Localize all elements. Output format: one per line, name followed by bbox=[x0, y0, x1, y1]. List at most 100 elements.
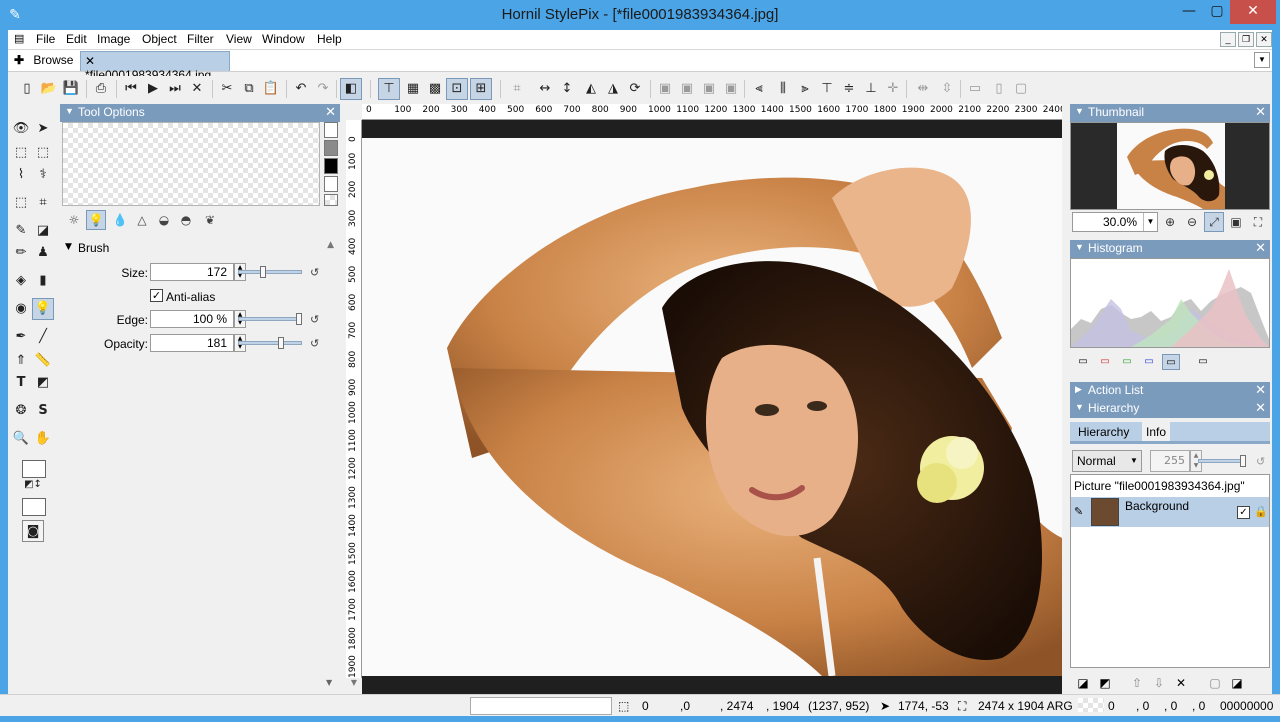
minimize-button[interactable]: — bbox=[1174, 0, 1204, 24]
opacity-slider[interactable] bbox=[238, 341, 302, 345]
mask-icon[interactable]: ▢ bbox=[1206, 674, 1224, 692]
vertical-ruler[interactable]: 0 100 200 300 400 500 600 700 800 900 1000 1100 1200… bbox=[346, 120, 362, 678]
guides-icon[interactable]: ⊡ bbox=[446, 78, 468, 100]
full-screen-icon[interactable]: ⛶ bbox=[1248, 212, 1268, 232]
opacity-input[interactable]: 181 bbox=[150, 334, 234, 352]
gradient-icon[interactable]: ▮ bbox=[32, 270, 54, 292]
swap-colors-icon[interactable]: ◩↕ bbox=[22, 478, 44, 492]
bring-forward-icon[interactable]: ▣ bbox=[676, 78, 698, 100]
monitor-red-icon[interactable]: ▭ bbox=[1096, 354, 1114, 370]
tab-close-icon[interactable]: ✕ bbox=[85, 54, 95, 68]
menu-help[interactable]: Help bbox=[317, 32, 342, 46]
sponge-icon[interactable]: ◒ bbox=[154, 210, 174, 230]
undo-icon[interactable]: ↶ bbox=[290, 78, 312, 100]
edge-reset-icon[interactable]: ↺ bbox=[310, 313, 319, 326]
opacity-reset-icon[interactable]: ↺ bbox=[1256, 455, 1265, 468]
tab-info[interactable]: Info bbox=[1142, 422, 1171, 441]
lock-icon[interactable]: 🔒 bbox=[1254, 505, 1268, 518]
collapse-triangle-icon[interactable]: ▼ bbox=[1075, 242, 1084, 252]
monitor-green-icon[interactable]: ▭ bbox=[1118, 354, 1136, 370]
fit-window-icon[interactable]: ⤢ bbox=[1204, 212, 1224, 232]
align-cross-icon[interactable]: ✛ bbox=[882, 78, 904, 100]
print-icon[interactable]: ⎙ bbox=[90, 78, 112, 100]
snap-guides-icon[interactable]: ⊞ bbox=[470, 78, 492, 100]
tab-file[interactable]: ✕ *file0001983934364.jpg bbox=[80, 51, 230, 82]
tab-list-dropdown[interactable]: ▼ bbox=[1254, 52, 1270, 68]
maximize-button[interactable]: ▢ bbox=[1202, 0, 1232, 24]
panel-close-icon[interactable]: ✕ bbox=[1255, 400, 1266, 416]
scroll-down-arrow[interactable]: ▼ bbox=[346, 678, 362, 692]
align-top-icon[interactable]: ⊤ bbox=[816, 78, 838, 100]
bring-front-icon[interactable]: ▣ bbox=[654, 78, 676, 100]
lasso-icon[interactable]: ⌇ bbox=[10, 164, 32, 186]
color-picker-icon[interactable]: ❂ bbox=[10, 400, 32, 422]
delete-layer-icon[interactable]: ✕ bbox=[1172, 674, 1190, 692]
menu-filter[interactable]: Filter bbox=[187, 32, 214, 46]
pencil-icon[interactable]: ✏ bbox=[10, 242, 32, 264]
edge-input[interactable]: 100 % bbox=[150, 310, 234, 328]
align-bottom-icon[interactable]: ⊥ bbox=[860, 78, 882, 100]
color-black-chip[interactable] bbox=[324, 158, 338, 174]
rect-select-icon[interactable]: ⬚ bbox=[10, 142, 32, 164]
blend-mode-select[interactable]: Normal ▼ bbox=[1072, 450, 1142, 472]
menu-edit[interactable]: Edit bbox=[66, 32, 87, 46]
expand-triangle-icon[interactable]: ▶ bbox=[1075, 384, 1082, 395]
snap-grid-icon[interactable]: ▩ bbox=[424, 78, 446, 100]
grid-icon[interactable]: ▦ bbox=[402, 78, 424, 100]
same-width-icon[interactable]: ▭ bbox=[964, 78, 986, 100]
drop-icon[interactable]: 💧 bbox=[110, 210, 130, 230]
measure-icon[interactable]: 📏 bbox=[32, 350, 54, 372]
quick-mask-icon[interactable]: ◙ bbox=[22, 520, 44, 542]
size-slider-thumb[interactable] bbox=[260, 266, 266, 278]
section-collapse-icon[interactable]: ▲ bbox=[327, 240, 334, 250]
menu-view[interactable]: View bbox=[226, 32, 252, 46]
chevron-down-icon[interactable]: ▼ bbox=[1143, 213, 1157, 231]
move-up-icon[interactable]: ⇧ bbox=[1128, 674, 1146, 692]
copy-icon[interactable]: ⧉ bbox=[238, 78, 260, 100]
dodge-icon[interactable]: 💡 bbox=[32, 298, 54, 320]
thumbnail-view[interactable] bbox=[1070, 122, 1270, 210]
redo-icon[interactable]: ↷ bbox=[312, 78, 334, 100]
new-layer-icon[interactable]: ◪ bbox=[1074, 674, 1092, 692]
menu-object[interactable]: Object bbox=[142, 32, 177, 46]
align-right-icon[interactable]: ⫸ bbox=[794, 78, 816, 100]
tab-browse[interactable]: ✚ Browse bbox=[10, 51, 79, 71]
collapse-triangle-icon[interactable]: ▼ bbox=[1075, 106, 1084, 116]
mdi-close-button[interactable]: ✕ bbox=[1256, 32, 1272, 47]
actual-size-icon[interactable]: ▣ bbox=[1226, 212, 1246, 232]
transform-icon[interactable]: ⬚ bbox=[10, 192, 32, 214]
size-slider[interactable] bbox=[238, 270, 302, 274]
magic-wand-icon[interactable]: ⚕ bbox=[32, 164, 54, 186]
mdi-minimize-button[interactable]: _ bbox=[1220, 32, 1236, 47]
document-icon[interactable]: ▤ bbox=[14, 32, 24, 45]
eraser-icon[interactable]: ◪ bbox=[32, 220, 54, 242]
panel-close-icon[interactable]: ✕ bbox=[1255, 382, 1266, 398]
size-reset-icon[interactable]: ↺ bbox=[310, 266, 319, 279]
layer-visible-checkbox[interactable]: ✓ bbox=[1237, 506, 1250, 519]
menu-window[interactable]: Window bbox=[262, 32, 305, 46]
flip-vertical-icon[interactable]: ↕ bbox=[556, 78, 578, 100]
brush-section-header[interactable]: ▼ Brush ▲ bbox=[60, 240, 342, 258]
dodge-brush-icon[interactable]: 💡 bbox=[86, 210, 106, 230]
rotate-left-icon[interactable]: ◭ bbox=[580, 78, 602, 100]
panel-close-icon[interactable]: ✕ bbox=[325, 104, 336, 120]
shape-icon[interactable]: ◩ bbox=[32, 372, 54, 394]
smudge-icon[interactable]: S bbox=[32, 400, 54, 422]
color-white-chip[interactable] bbox=[324, 122, 338, 138]
color-transparent-chip[interactable] bbox=[324, 194, 338, 206]
clone-stamp-icon[interactable]: ♟ bbox=[32, 242, 54, 264]
action-list-header[interactable]: ▶ Action List ✕ bbox=[1070, 382, 1270, 400]
duplicate-layer-icon[interactable]: ◩ bbox=[1096, 674, 1114, 692]
next-image-icon[interactable]: ▶ bbox=[142, 78, 164, 100]
monitor-blue-icon[interactable]: ▭ bbox=[1140, 354, 1158, 370]
opacity-slider-thumb[interactable] bbox=[278, 337, 284, 349]
layer-properties-icon[interactable]: ◪ bbox=[1228, 674, 1246, 692]
open-folder-icon[interactable]: 📂 bbox=[38, 78, 60, 100]
red-eye-icon[interactable]: ◉ bbox=[10, 298, 32, 320]
foreground-color-swatch[interactable] bbox=[22, 460, 46, 478]
edge-slider-thumb[interactable] bbox=[296, 313, 302, 325]
collapse-triangle-icon[interactable]: ▼ bbox=[1075, 402, 1084, 412]
tool-options-header[interactable]: ▼ Tool Options ✕ bbox=[60, 104, 340, 122]
align-left-icon[interactable]: ⫷ bbox=[748, 78, 770, 100]
chevron-down-icon[interactable]: ▼ bbox=[1127, 451, 1141, 471]
